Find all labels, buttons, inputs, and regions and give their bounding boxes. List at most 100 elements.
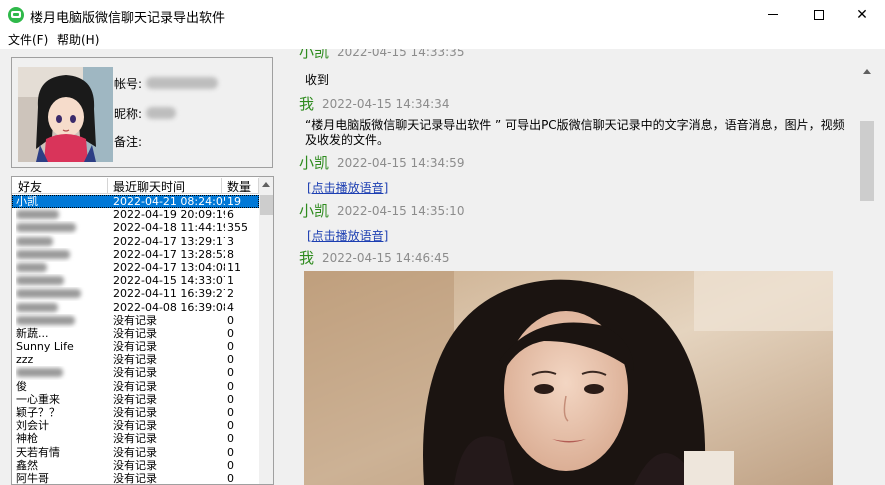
friend-list-scrollbar[interactable] (259, 177, 273, 484)
friend-row[interactable]: 2022-04-17 13:29:17 3 (12, 235, 259, 248)
friend-row[interactable]: 2022-04-11 16:39:27 2 (12, 287, 259, 300)
last-chat-time: 没有记录 (113, 366, 157, 380)
friend-row[interactable]: 刘会计 没有记录 0 (12, 419, 259, 432)
friend-row[interactable]: 没有记录 0 (12, 314, 259, 327)
scroll-up-arrow-icon[interactable] (863, 69, 871, 74)
message-count: 2 (227, 287, 234, 301)
friend-name-redacted (16, 236, 53, 246)
last-chat-time: 2022-04-17 13:29:17 (113, 234, 225, 248)
last-chat-time: 2022-04-15 14:33:07 (113, 274, 225, 288)
last-chat-time: 没有记录 (113, 392, 157, 406)
maximize-button[interactable] (796, 0, 842, 29)
friend-row[interactable]: 天若有情 没有记录 0 (12, 446, 259, 459)
friend-row[interactable]: 新蔬... 没有记录 0 (12, 327, 259, 340)
menu-help[interactable]: 帮助(H) (57, 31, 99, 48)
friend-name: 神枪 (16, 432, 38, 446)
message-count: 0 (227, 419, 234, 433)
friend-row[interactable]: 2022-04-19 20:09:19 6 (12, 208, 259, 221)
message-time: 2022-04-15 14:35:10 (337, 204, 465, 218)
friend-row[interactable]: 2022-04-17 13:04:08 11 (12, 261, 259, 274)
friend-name-redacted (16, 276, 64, 286)
play-voice-link[interactable]: [点击播放语音] (307, 179, 388, 196)
note-label: 备注: (114, 135, 143, 149)
message-count: 0 (227, 406, 234, 419)
last-chat-time: 2022-04-17 13:28:52 (113, 247, 225, 261)
message-time: 2022-04-15 14:34:59 (337, 156, 465, 170)
message-text: 收到 (305, 73, 330, 87)
account-value-redacted (146, 77, 218, 89)
friend-name: 颖子？？ (16, 406, 60, 419)
last-chat-time: 没有记录 (113, 432, 157, 446)
chat-scrollbar[interactable] (859, 61, 875, 485)
friend-name (16, 287, 108, 301)
friend-name-redacted (16, 289, 81, 299)
last-chat-time: 2022-04-11 16:39:27 (113, 287, 225, 301)
column-header-friend[interactable]: 好友 (12, 178, 108, 194)
friend-row[interactable]: 神枪 没有记录 0 (12, 432, 259, 445)
message-count: 0 (227, 392, 234, 406)
last-chat-time: 没有记录 (113, 379, 157, 393)
friend-row[interactable]: 小凯 2022-04-21 08:24:05 19 (12, 195, 259, 209)
chat-log: 小凯 2022-04-15 14:33:35 收到 我 2022-04-15 1… (288, 49, 860, 485)
last-chat-time: 没有记录 (113, 445, 157, 459)
friend-name: 小凯 (16, 195, 38, 208)
friend-row[interactable]: 鑫然 没有记录 0 (12, 459, 259, 472)
column-header-last-chat-time[interactable]: 最近聊天时间 (108, 178, 222, 194)
message-count: 0 (227, 445, 234, 459)
column-header-count[interactable]: 数量 (222, 178, 259, 194)
message-count: 4 (227, 300, 234, 314)
friend-row[interactable]: 俊 没有记录 0 (12, 380, 259, 393)
friend-name (16, 261, 108, 275)
message-count: 0 (227, 340, 234, 354)
close-button[interactable]: ✕ (839, 0, 885, 29)
friend-name (16, 235, 108, 249)
friend-name-redacted (16, 262, 47, 272)
message-count: 8 (227, 247, 234, 261)
message-photo[interactable] (304, 271, 833, 485)
friend-name-redacted (16, 249, 70, 259)
friend-row[interactable]: 没有记录 0 (12, 366, 259, 379)
friend-name: zzz (16, 353, 34, 367)
message-time: 2022-04-15 14:34:34 (322, 97, 450, 111)
scrollbar-thumb[interactable] (260, 195, 273, 215)
wechat-export-app-icon (8, 7, 24, 23)
scrollbar-thumb[interactable] (860, 121, 874, 201)
message-sender: 我 (299, 249, 315, 267)
menu-file[interactable]: 文件(F) (8, 31, 48, 48)
friend-name: 俊 (16, 379, 27, 393)
friend-name: 新蔬... (16, 326, 49, 340)
friend-list[interactable]: 好友 最近聊天时间 数量 小凯 2022-04-21 08:24:05 19 2022… (11, 176, 274, 485)
message-count: 6 (227, 208, 234, 222)
last-chat-time: 没有记录 (113, 406, 157, 419)
title-bar: 楼月电脑版微信聊天记录导出软件 ✕ (0, 0, 885, 29)
friend-row[interactable]: 阿牛哥 没有记录 0 (12, 471, 259, 485)
maximize-icon (814, 9, 824, 20)
message-count: 1 (227, 274, 234, 288)
friend-row[interactable]: Sunny Life 没有记录 0 (12, 340, 259, 353)
minimize-button[interactable] (750, 0, 796, 29)
friend-row[interactable]: 2022-04-17 13:28:52 8 (12, 248, 259, 261)
friend-row[interactable]: 2022-04-18 11:44:19 355 (12, 221, 259, 234)
last-chat-time: 没有记录 (113, 458, 157, 472)
play-voice-link[interactable]: [点击播放语音] (307, 227, 388, 244)
last-chat-time: 2022-04-19 20:09:19 (113, 208, 225, 222)
friend-name-redacted (16, 368, 63, 378)
friend-name: 刘会计 (16, 419, 49, 433)
scroll-up-arrow-icon[interactable] (262, 182, 270, 187)
friend-row[interactable]: 2022-04-15 14:33:07 1 (12, 274, 259, 287)
friend-row[interactable]: 颖子？？ 没有记录 0 (12, 406, 259, 419)
close-icon: ✕ (856, 6, 868, 23)
friend-row[interactable]: zzz 没有记录 0 (12, 353, 259, 366)
friend-name: 阿牛哥 (16, 471, 49, 485)
message-count: 0 (227, 458, 234, 472)
message-sender: 小凯 (299, 154, 330, 172)
friend-row[interactable]: 2022-04-08 16:39:08 4 (12, 301, 259, 314)
friend-name-redacted (16, 223, 76, 233)
friend-name (16, 248, 108, 262)
avatar-image (18, 67, 113, 162)
last-chat-time: 2022-04-17 13:04:08 (113, 260, 225, 274)
friend-row[interactable]: 一心重来 没有记录 0 (12, 393, 259, 406)
last-chat-time: 没有记录 (113, 471, 157, 485)
last-chat-time: 2022-04-21 08:24:05 (113, 195, 225, 208)
message-sender: 小凯 (299, 202, 330, 220)
